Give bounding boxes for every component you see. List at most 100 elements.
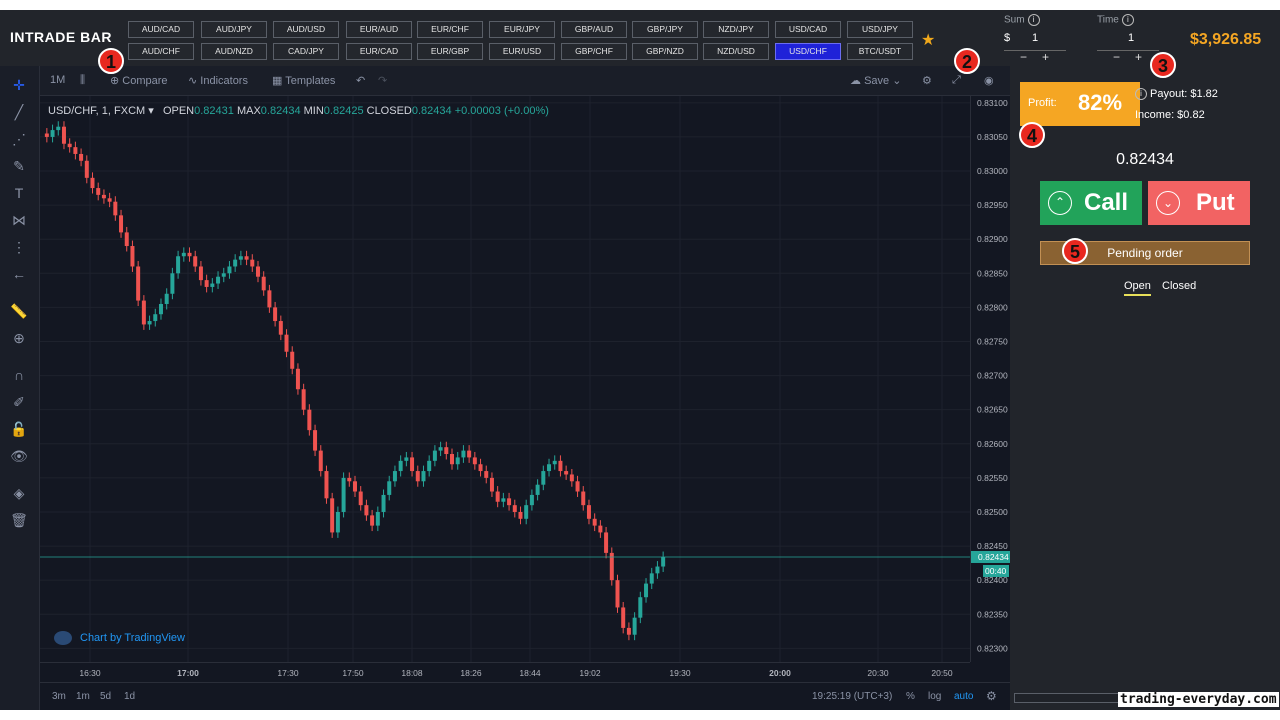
sum-minus-button[interactable]: − — [1020, 50, 1027, 64]
candle-body — [335, 511, 340, 533]
time-plus-button[interactable]: + — [1135, 50, 1142, 64]
pair-button-eur-gbp[interactable]: EUR/GBP — [417, 43, 483, 60]
trash-icon[interactable]: 🗑 — [10, 511, 28, 529]
price-scale[interactable]: 0.83100 0.83050 0.83000 0.82950 0.82900 0.828… — [970, 96, 1011, 662]
indicators-button[interactable]: ∿ Indicators — [188, 74, 248, 87]
pair-button-aud-cad[interactable]: AUD/CAD — [128, 21, 194, 38]
call-button[interactable]: ⌃ Call — [1040, 181, 1142, 225]
pair-button-nzd-usd[interactable]: NZD/USD — [703, 43, 769, 60]
time-tick-label: 19:30 — [669, 668, 691, 678]
candle-body — [569, 474, 574, 482]
ruler-icon[interactable]: 📏 — [10, 302, 28, 320]
fullscreen-icon[interactable]: ⤢ — [952, 74, 961, 87]
pair-button-gbp-jpy[interactable]: GBP/JPY — [632, 21, 698, 38]
fib-icon[interactable]: ⋰ — [10, 130, 28, 148]
candle-body — [176, 256, 181, 274]
put-button[interactable]: ⌄ Put — [1148, 181, 1250, 225]
back-arrow-icon[interactable]: ← — [10, 265, 28, 283]
account-balance: $3,926.85 — [1190, 31, 1262, 48]
time-scale[interactable]: 16:30 17:00 17:30 17:50 18:08 18:26 18:44 19:02… — [40, 662, 970, 682]
candle-body — [387, 481, 392, 495]
drawing-toolbar: ✛ ╱ ⋰ ✎ T ⋈ ⋮ ← 📏 ⊕ ∩ ✐ 🔓 👁 ◈ 🗑 — [0, 66, 40, 710]
candle-body — [307, 409, 312, 431]
save-button[interactable]: ☁ Save ⌄ — [850, 74, 901, 87]
lock-icon[interactable]: 🔓 — [10, 420, 28, 438]
profit-label: Profit: — [1028, 97, 1057, 109]
pair-button-eur-chf[interactable]: EUR/CHF — [417, 21, 483, 38]
candle-body — [124, 232, 129, 247]
pattern-icon[interactable]: ⋈ — [10, 211, 28, 229]
pair-button-aud-usd[interactable]: AUD/USD — [273, 21, 339, 38]
range-3m[interactable]: 3m — [52, 691, 66, 702]
candle-body — [370, 515, 375, 526]
info-icon[interactable]: i — [1027, 14, 1040, 26]
layers-icon[interactable]: ◈ — [10, 484, 28, 502]
pair-button-aud-chf[interactable]: AUD/CHF — [128, 43, 194, 60]
price-tick-label: 0.82950 — [977, 200, 1008, 210]
time-tick-label: 17:50 — [342, 668, 364, 678]
snapshot-camera-icon[interactable]: ◉ — [984, 74, 994, 87]
pair-button-usd-jpy[interactable]: USD/JPY — [847, 21, 913, 38]
put-label: Put — [1196, 189, 1235, 216]
candle-body — [358, 491, 363, 506]
pair-button-gbp-aud[interactable]: GBP/AUD — [561, 21, 627, 38]
tradingview-watermark[interactable]: Chart by TradingView — [54, 631, 185, 645]
interval-button[interactable]: 1M — [50, 74, 65, 86]
redo-icon[interactable]: ↷ — [378, 74, 387, 87]
pair-button-usd-cad[interactable]: USD/CAD — [775, 21, 841, 38]
pair-button-aud-jpy[interactable]: AUD/JPY — [201, 21, 267, 38]
pair-button-usd-chf[interactable]: USD/CHF — [775, 43, 841, 60]
settings-gear-icon[interactable]: ⚙ — [922, 74, 932, 87]
magnet-icon[interactable]: ∩ — [10, 366, 28, 384]
candle-body — [227, 266, 232, 274]
brush-icon[interactable]: ✎ — [10, 157, 28, 175]
time-minus-button[interactable]: − — [1113, 50, 1120, 64]
sum-input[interactable]: 1 — [1032, 32, 1038, 44]
zoom-icon[interactable]: ⊕ — [10, 329, 28, 347]
tab-open[interactable]: Open — [1124, 280, 1151, 296]
chart-settings-gear-icon[interactable]: ⚙ — [986, 689, 997, 703]
undo-icon[interactable]: ↶ — [356, 74, 365, 87]
pair-button-nzd-jpy[interactable]: NZD/JPY — [703, 21, 769, 38]
eye-icon[interactable]: 👁 — [10, 447, 28, 465]
sum-plus-button[interactable]: + — [1042, 50, 1049, 64]
price-chart[interactable]: USD/CHF, 1, FXCM ▾ OPEN0.82431 MAX0.8243… — [40, 96, 970, 662]
text-icon[interactable]: T — [10, 184, 28, 202]
pencil-lock-icon[interactable]: ✐ — [10, 393, 28, 411]
scale-option-log[interactable]: log — [928, 691, 941, 702]
tab-closed[interactable]: Closed — [1162, 280, 1196, 292]
favorite-star-icon[interactable]: ★ — [921, 30, 935, 50]
candle-type-icon[interactable]: ⫼ — [80, 74, 85, 87]
scale-option-auto[interactable]: auto — [954, 691, 973, 702]
symbol-label[interactable]: USD/CHF, 1, FXCM — [48, 105, 145, 117]
prediction-icon[interactable]: ⋮ — [10, 238, 28, 256]
info-icon[interactable]: i — [1121, 14, 1134, 26]
arrow-down-icon: ⌄ — [1156, 191, 1180, 215]
pair-button-gbp-nzd[interactable]: GBP/NZD — [632, 43, 698, 60]
crosshair-icon[interactable]: ✛ — [10, 76, 28, 94]
pair-button-btc-usdt[interactable]: BTC/USDT — [847, 43, 913, 60]
range-1d[interactable]: 1d — [124, 691, 135, 702]
time-input[interactable]: 1 — [1128, 32, 1134, 44]
price-tick-label: 0.82850 — [977, 268, 1008, 278]
pair-button-eur-jpy[interactable]: EUR/JPY — [489, 21, 555, 38]
trendline-icon[interactable]: ╱ — [10, 103, 28, 121]
pair-button-eur-aud[interactable]: EUR/AUD — [346, 21, 412, 38]
price-tick-label: 0.82350 — [977, 609, 1008, 619]
candle-body — [450, 454, 455, 465]
candle-body — [364, 505, 369, 516]
range-5d[interactable]: 5d — [100, 691, 111, 702]
scale-option-percent[interactable]: % — [906, 691, 915, 702]
pair-button-gbp-chf[interactable]: GBP/CHF — [561, 43, 627, 60]
range-1m[interactable]: 1m — [76, 691, 90, 702]
candle-body — [233, 259, 238, 267]
pair-button-eur-usd[interactable]: EUR/USD — [489, 43, 555, 60]
info-icon[interactable]: i — [1135, 88, 1147, 101]
pair-button-cad-jpy[interactable]: CAD/JPY — [273, 43, 339, 60]
pair-button-eur-cad[interactable]: EUR/CAD — [346, 43, 412, 60]
price-tick-label: 0.82500 — [977, 507, 1008, 517]
compare-button[interactable]: ⊕ Compare — [110, 74, 168, 87]
candle-body — [318, 450, 323, 472]
pair-button-aud-nzd[interactable]: AUD/NZD — [201, 43, 267, 60]
templates-button[interactable]: ▦ Templates — [272, 74, 335, 87]
